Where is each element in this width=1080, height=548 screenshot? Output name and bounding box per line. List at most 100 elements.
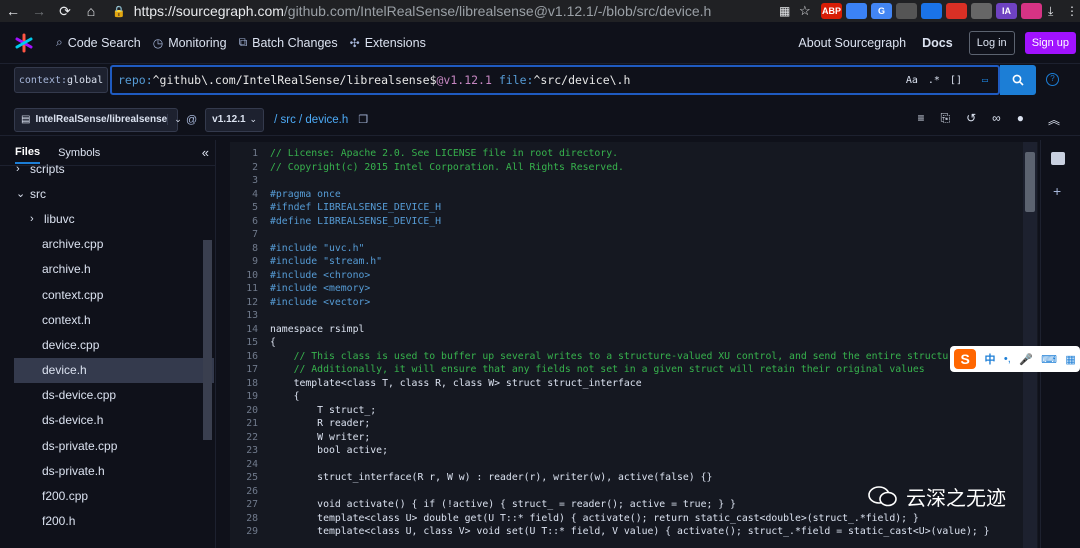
notebook-icon[interactable]: ▭ xyxy=(982,75,988,86)
line-number[interactable]: 26 xyxy=(230,486,258,497)
line-number[interactable]: 21 xyxy=(230,418,258,429)
file-tree-item[interactable]: context.cpp xyxy=(14,282,214,307)
line-number[interactable]: 6 xyxy=(230,216,258,227)
grid-icon[interactable]: ▦ xyxy=(1065,353,1075,366)
reload-icon[interactable]: ⟳ xyxy=(52,0,78,22)
back-icon[interactable]: ← xyxy=(0,0,26,22)
extension-icon[interactable]: G xyxy=(871,3,892,19)
address-bar[interactable]: 🔒 https://sourcegraph.com/github.com/Int… xyxy=(112,0,779,22)
extension-icon[interactable]: IA xyxy=(996,3,1017,19)
chevron-down-icon[interactable]: ⌄ xyxy=(16,187,30,200)
repo-dropdown[interactable]: ▤ IntelRealSense/librealsense ⌄ xyxy=(14,107,182,132)
menu-icon[interactable]: ⋮ xyxy=(1066,4,1080,18)
line-number[interactable]: 12 xyxy=(230,297,258,308)
structural-toggle[interactable]: [] xyxy=(950,75,962,86)
file-tree-item[interactable]: context.h xyxy=(14,307,214,332)
line-number[interactable]: 24 xyxy=(230,459,258,470)
line-number[interactable]: 8 xyxy=(230,243,258,254)
download-icon[interactable]: ⤓ xyxy=(1048,4,1066,19)
chevron-right-icon[interactable]: › xyxy=(16,163,30,175)
file-path[interactable]: / src / device.h xyxy=(274,114,348,126)
sidebar-scrollbar[interactable] xyxy=(203,240,212,440)
file-tree-item[interactable]: › scripts xyxy=(14,156,214,181)
about-link[interactable]: About Sourcegraph xyxy=(798,36,906,50)
line-number[interactable]: 27 xyxy=(230,499,258,510)
line-number[interactable]: 5 xyxy=(230,202,258,213)
line-number[interactable]: 2 xyxy=(230,162,258,173)
collapse-up-icon[interactable]: ︽ xyxy=(1048,111,1060,128)
file-tree-item[interactable]: ds-device.h xyxy=(14,408,214,433)
line-number[interactable]: 10 xyxy=(230,270,258,281)
regex-toggle[interactable]: .* xyxy=(928,75,940,86)
sourcegraph-logo-icon[interactable] xyxy=(4,33,44,53)
docs-link[interactable]: Docs xyxy=(922,36,953,50)
extension-icon[interactable] xyxy=(946,3,967,19)
line-number[interactable]: 9 xyxy=(230,256,258,267)
file-tree-item[interactable]: device.h xyxy=(14,357,214,383)
file-tree-item[interactable]: archive.cpp xyxy=(14,232,214,257)
file-tree-item[interactable]: ds-device.cpp xyxy=(14,383,214,408)
line-number[interactable]: 23 xyxy=(230,445,258,456)
line-number[interactable]: 17 xyxy=(230,364,258,375)
file-tree-item[interactable]: ds-private.h xyxy=(14,458,214,483)
home-icon[interactable]: ⌂ xyxy=(78,0,104,22)
line-number[interactable]: 20 xyxy=(230,405,258,416)
file-tree-item[interactable]: archive.h xyxy=(14,257,214,282)
line-number[interactable]: 14 xyxy=(230,324,258,335)
line-number[interactable]: 11 xyxy=(230,283,258,294)
file-tree-item[interactable]: ds-private.cpp xyxy=(14,433,214,458)
ime-punct[interactable]: •, xyxy=(1004,353,1011,365)
wrap-lines-icon[interactable]: ≡ xyxy=(917,111,924,128)
nav-extensions[interactable]: ✣ Extensions xyxy=(350,35,426,50)
ime-lang[interactable]: 中 xyxy=(985,351,996,367)
line-number[interactable]: 15 xyxy=(230,337,258,348)
extension-icon[interactable] xyxy=(971,3,992,19)
nav-batch-changes[interactable]: ⧉ Batch Changes xyxy=(239,35,338,50)
line-number[interactable]: 3 xyxy=(230,175,258,186)
file-tree-item[interactable]: › libuvc xyxy=(14,206,214,231)
scroll-thumb[interactable] xyxy=(1025,152,1035,212)
mic-icon[interactable]: 🎤 xyxy=(1019,353,1033,366)
permalink-icon[interactable]: ∞ xyxy=(992,111,1001,128)
extension-image-icon[interactable] xyxy=(1051,152,1065,165)
nav-code-search[interactable]: ⌕ Code Search xyxy=(56,35,141,50)
extension-icon[interactable] xyxy=(1021,3,1042,19)
file-tree-item[interactable]: ⌄ src xyxy=(14,181,214,206)
revision-dropdown[interactable]: v1.12.1 ⌄ xyxy=(205,107,265,132)
copy-path-icon[interactable]: ❐ xyxy=(358,113,368,126)
search-context-dropdown[interactable]: context: global xyxy=(14,67,108,93)
line-number[interactable]: 1 xyxy=(230,148,258,159)
nav-monitoring[interactable]: ◷ Monitoring xyxy=(153,35,227,50)
star-icon[interactable]: ☆ xyxy=(799,3,819,19)
chevron-right-icon[interactable]: › xyxy=(30,213,44,225)
qr-icon[interactable]: ▦ xyxy=(779,4,799,18)
line-number[interactable]: 7 xyxy=(230,229,258,240)
line-number[interactable]: 4 xyxy=(230,189,258,200)
code-scrollbar[interactable] xyxy=(1023,142,1037,548)
signup-button[interactable]: Sign up xyxy=(1024,31,1076,54)
history-icon[interactable]: ↺ xyxy=(966,111,976,128)
file-tree-item[interactable]: device.cpp xyxy=(14,332,214,357)
extension-icon[interactable] xyxy=(921,3,942,19)
line-number[interactable]: 13 xyxy=(230,310,258,321)
add-extension-icon[interactable]: + xyxy=(1053,183,1080,199)
line-number[interactable]: 16 xyxy=(230,351,258,362)
line-number[interactable]: 29 xyxy=(230,526,258,537)
line-number[interactable]: 25 xyxy=(230,472,258,483)
file-tree-item[interactable]: f200.cpp xyxy=(14,483,214,508)
line-number[interactable]: 18 xyxy=(230,378,258,389)
line-number[interactable]: 28 xyxy=(230,513,258,524)
line-number[interactable]: 19 xyxy=(230,391,258,402)
extension-icon[interactable]: ABP xyxy=(821,3,842,19)
file-tree-item[interactable]: f200.h xyxy=(14,509,214,534)
github-icon[interactable]: ● xyxy=(1017,111,1024,128)
login-button[interactable]: Log in xyxy=(968,30,1015,55)
case-sensitive-toggle[interactable]: Aa xyxy=(906,75,918,86)
forward-icon[interactable]: → xyxy=(26,0,52,22)
raw-file-icon[interactable]: ⎘ xyxy=(941,111,951,128)
line-number[interactable]: 22 xyxy=(230,432,258,443)
search-input[interactable]: repo: ^github\.com/IntelRealSense/libreal… xyxy=(110,65,1000,95)
help-icon[interactable]: ? xyxy=(1046,73,1059,86)
extension-icon[interactable] xyxy=(846,3,867,19)
keyboard-icon[interactable]: ⌨ xyxy=(1041,353,1057,366)
